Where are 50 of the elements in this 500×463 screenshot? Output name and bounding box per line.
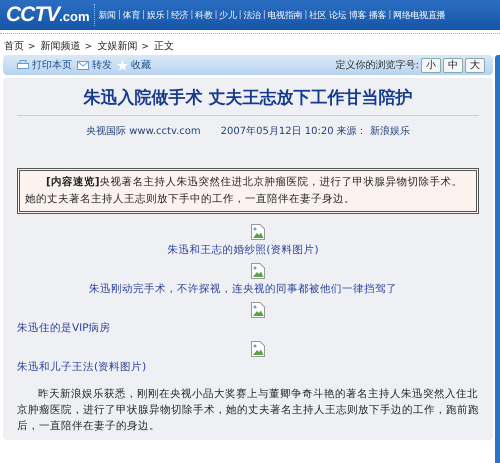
breadcrumb-link[interactable]: 文娱新闻	[97, 41, 138, 52]
toolbar-link[interactable]: 转发	[77, 58, 112, 72]
font-size-button[interactable]: 中	[443, 58, 463, 72]
broken-image-icon	[251, 302, 265, 318]
nav-separator: |	[262, 10, 266, 20]
toolbar-link[interactable]: 收藏	[117, 58, 151, 72]
nav-link[interactable]: 网络电视直播	[393, 8, 446, 22]
font-size-button[interactable]: 大	[465, 58, 485, 72]
nav-separator: |	[166, 10, 169, 20]
nav-link[interactable]: 少儿	[219, 8, 237, 22]
breadcrumb-separator: >	[84, 42, 92, 52]
image-caption: 朱迅住的是VIP病房	[17, 321, 111, 335]
nav-link[interactable]: 娱乐	[146, 8, 164, 22]
site-logo[interactable]: CCTV.com	[6, 3, 90, 27]
nav-separator: |	[304, 10, 308, 20]
image-caption: 朱迅刚动完手术，不许探视，连央视的同事都被他们一律挡驾了	[89, 282, 397, 296]
image-caption: 朱迅和王志的婚纱照(资料图片)	[167, 243, 319, 257]
nav-separator: |	[142, 10, 145, 20]
article-paragraph: 昨天新浪娱乐获悉，刚刚在央视小品大奖赛上与董卿争奇斗艳的著名主持人朱迅突然入住北京肿瘤医院，进行了甲状腺异物切除手术，她的丈夫著名主持人王志则放下手边的工作，跑前跑后，一直陪伴在妻子的身边。	[17, 387, 479, 434]
nav-link[interactable]: 法治	[243, 8, 261, 22]
current-page-label: 正文	[154, 41, 174, 52]
nav-separator: |	[190, 10, 194, 20]
toolbar-link[interactable]: 打印本页	[17, 58, 72, 72]
nav-separator: |	[388, 10, 392, 20]
nav-separator: |	[214, 10, 218, 20]
nav-link[interactable]: 体育	[122, 8, 140, 22]
nav-link[interactable]: 电视指南	[268, 8, 302, 22]
nav-separator: |	[118, 10, 121, 20]
font-size-label: 定义你的浏览字号:	[336, 58, 419, 72]
font-size-button[interactable]: 小	[421, 58, 441, 72]
broken-image-icon	[251, 263, 265, 279]
article-title: 朱迅入院做手术 丈夫王志放下工作甘当陪护	[17, 86, 479, 116]
breadcrumb-separator: >	[141, 42, 150, 52]
breadcrumb-separator: >	[28, 42, 36, 52]
broken-image-icon	[251, 224, 265, 240]
envelope-icon	[77, 60, 89, 70]
summary-text: [内容速览]央视著名主持人朱迅突然住进北京肿瘤医院，进行了甲状腺异物切除手术。她的丈夫著名主持人王志则放下手中的工作，一直陪伴在妻子身边。	[25, 174, 464, 207]
nav-link[interactable]: 社区 论坛 博客 播客	[309, 8, 386, 22]
article-date: 2007年05月12日 10:20 来源： 新浪娱乐	[220, 124, 410, 138]
nav-link[interactable]: 科教	[195, 8, 212, 22]
breadcrumb-link[interactable]: 新闻频道	[40, 41, 81, 52]
nav-separator: |	[238, 10, 242, 20]
star-icon	[117, 60, 128, 70]
article-source: 央视国际 www.cctv.com	[86, 124, 201, 138]
printer-icon	[17, 60, 29, 70]
nav-link[interactable]: 经济	[170, 8, 188, 22]
nav-link[interactable]: 新闻	[98, 8, 116, 22]
broken-image-icon	[251, 341, 265, 357]
breadcrumb-link[interactable]: 首页	[4, 41, 24, 52]
image-caption: 朱迅和儿子王法(资料图片)	[17, 360, 146, 374]
